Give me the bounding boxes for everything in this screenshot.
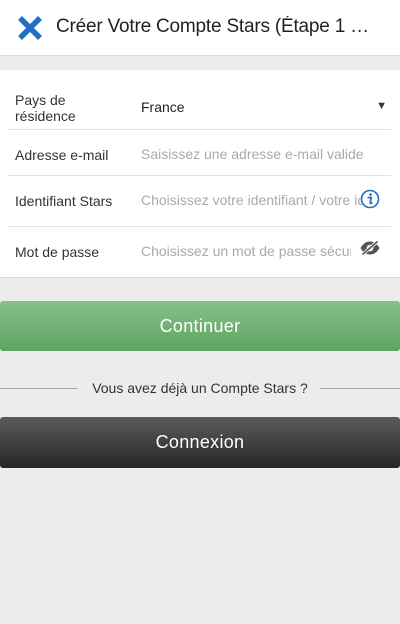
page-title: Créer Votre Compte Stars (Étape 1 … xyxy=(56,16,369,37)
info-icon xyxy=(360,189,380,209)
country-label-line2: résidence xyxy=(15,108,76,124)
continue-button[interactable]: Continuer xyxy=(0,301,400,351)
email-field[interactable] xyxy=(141,145,381,163)
signup-form: Pays de résidence France ▼ Adresse e-mai… xyxy=(0,70,400,278)
country-label: Pays de résidence xyxy=(15,92,76,124)
chevron-down-icon[interactable]: ▼ xyxy=(376,100,387,112)
stars-id-row: Identifiant Stars xyxy=(8,176,391,227)
password-label: Mot de passe xyxy=(15,244,100,260)
email-label: Adresse e-mail xyxy=(15,147,109,163)
stars-id-info-button[interactable] xyxy=(359,188,381,210)
password-row: Mot de passe xyxy=(8,227,391,277)
password-visibility-toggle[interactable] xyxy=(359,237,381,259)
country-row[interactable]: Pays de résidence France ▼ xyxy=(8,80,391,130)
password-field[interactable] xyxy=(141,242,351,260)
close-button[interactable] xyxy=(14,12,46,44)
eye-slash-icon xyxy=(360,239,380,257)
email-row: Adresse e-mail xyxy=(8,130,391,176)
country-label-line1: Pays de xyxy=(15,92,66,108)
existing-account-text: Vous avez déjà un Compte Stars ? xyxy=(92,380,308,396)
country-select[interactable]: France xyxy=(141,99,185,115)
stars-id-field[interactable] xyxy=(141,191,373,209)
close-icon xyxy=(18,16,42,40)
header-bar: Créer Votre Compte Stars (Étape 1 … xyxy=(0,0,400,56)
login-button[interactable]: Connexion xyxy=(0,417,400,468)
stars-id-label: Identifiant Stars xyxy=(15,193,113,209)
